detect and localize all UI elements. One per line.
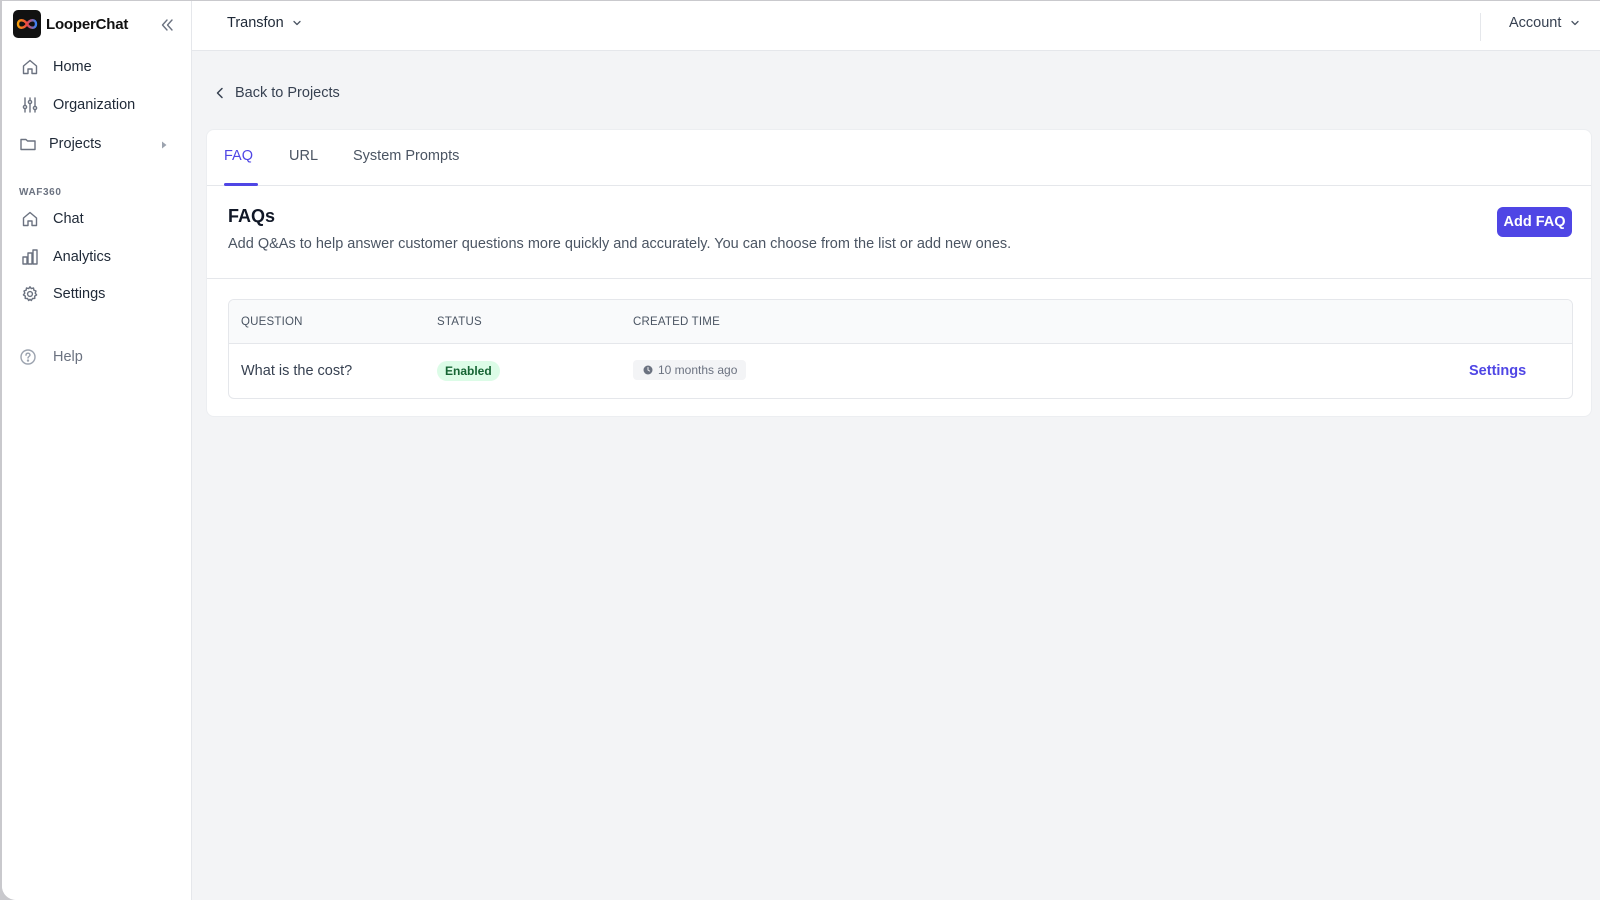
sidebar-item-label: Projects (49, 136, 102, 152)
brand-name: LooperChat (46, 15, 129, 33)
sidebar-item-label: Home (53, 59, 92, 75)
home-icon (20, 57, 40, 77)
back-label: Back to Projects (235, 85, 340, 101)
account-label: Account (1509, 15, 1562, 31)
column-header-question: QUESTION (241, 316, 303, 328)
folder-icon (18, 134, 38, 154)
caret-right-icon (160, 138, 168, 154)
faq-question: What is the cost? (241, 363, 353, 379)
collapse-sidebar-button[interactable] (157, 15, 177, 35)
active-tab-indicator (224, 183, 258, 186)
column-header-status: STATUS (437, 316, 482, 328)
sidebar-item-analytics[interactable]: Analytics (20, 242, 180, 272)
bar-chart-icon (20, 247, 40, 267)
project-selector[interactable]: Transfon (227, 15, 302, 31)
faq-table: QUESTION STATUS CREATED TIME What is the… (228, 299, 1573, 399)
sidebar-item-label: Settings (53, 286, 106, 302)
sidebar-item-label: Chat (53, 211, 84, 227)
app-window: LooperChat Home Organization Projects WA… (2, 1, 1600, 900)
help-circle-icon (18, 347, 38, 367)
faq-settings-link[interactable]: Settings (1469, 363, 1526, 379)
sidebar-item-organization[interactable]: Organization (20, 90, 180, 120)
tab-url[interactable]: URL (289, 148, 318, 164)
sidebar-item-label: Analytics (53, 249, 112, 265)
gear-icon (20, 284, 40, 304)
project-name: Transfon (227, 15, 284, 31)
column-header-created-time: CREATED TIME (633, 316, 720, 328)
topbar-divider (1480, 13, 1481, 41)
created-time-chip: 10 months ago (633, 360, 747, 380)
chevron-down-icon (293, 20, 301, 26)
clock-icon (643, 365, 653, 375)
sidebar-item-projects[interactable]: Projects (18, 129, 178, 159)
sidebar-item-settings[interactable]: Settings (20, 279, 180, 309)
section-label: WAF360 (19, 187, 62, 198)
infinity-logo-icon (13, 10, 41, 38)
sidebar-item-help[interactable]: Help (18, 342, 178, 372)
back-to-projects-link[interactable]: Back to Projects (215, 85, 340, 101)
sidebar-item-label: Organization (53, 97, 136, 113)
sidebar-item-chat[interactable]: Chat (20, 204, 180, 234)
sidebar-item-label: Help (53, 349, 83, 365)
tab-system-prompts[interactable]: System Prompts (353, 148, 459, 164)
status-badge: Enabled (437, 361, 500, 381)
page-description: Add Q&As to help answer customer questio… (228, 236, 1012, 252)
faq-card: FAQ URL System Prompts FAQs Add Q&As to … (206, 129, 1592, 417)
brand[interactable]: LooperChat (13, 10, 128, 38)
page-title: FAQs (228, 206, 276, 226)
chevron-down-icon (1571, 20, 1580, 26)
sliders-icon (20, 95, 40, 115)
home-icon (20, 209, 40, 229)
table-header: QUESTION STATUS CREATED TIME (229, 300, 1572, 344)
divider (207, 278, 1591, 279)
chevron-left-icon (216, 87, 223, 99)
tab-faq[interactable]: FAQ (224, 148, 253, 164)
chevrons-left-icon (161, 19, 173, 31)
topbar: Transfon Account (192, 1, 1600, 51)
account-menu[interactable]: Account (1509, 15, 1580, 31)
sidebar: LooperChat Home Organization Projects WA… (2, 1, 192, 900)
add-faq-button[interactable]: Add FAQ (1497, 207, 1572, 237)
tab-bar: FAQ URL System Prompts (207, 130, 1591, 186)
table-row: What is the cost? Enabled 10 months ago … (229, 344, 1572, 398)
created-time: 10 months ago (658, 363, 738, 377)
sidebar-item-home[interactable]: Home (20, 52, 180, 82)
